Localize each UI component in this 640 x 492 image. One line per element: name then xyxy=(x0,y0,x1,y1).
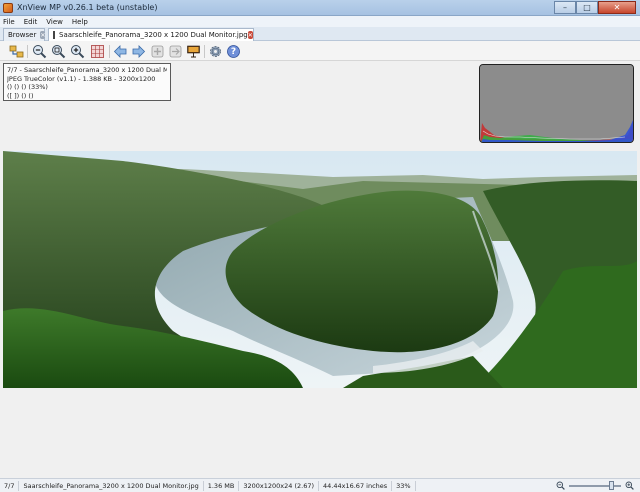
status-bar: 7/7 Saarschleife_Panorama_3200 x 1200 Du… xyxy=(0,478,640,492)
last-icon[interactable] xyxy=(168,44,183,59)
title-bar: XnView MP v0.26.1 beta (unstable) – □ ✕ xyxy=(0,0,640,16)
tab-browser[interactable]: Browser ✕ xyxy=(3,28,46,41)
info-line: JPEG TrueColor (v1.1) - 1.388 KB - 3200x… xyxy=(7,74,156,83)
close-icon[interactable]: ✕ xyxy=(40,31,46,39)
status-dimensions: 3200x1200x24 (2.67) xyxy=(239,480,320,491)
status-print-size: 44.44x16.67 inches xyxy=(319,480,393,491)
menu-help[interactable]: Help xyxy=(72,18,88,26)
first-icon[interactable] xyxy=(150,44,165,59)
info-line: 7/7 - Saarschleife_Panorama_3200 x 1200 … xyxy=(7,66,167,74)
next-icon[interactable] xyxy=(131,44,146,59)
minimize-button[interactable]: – xyxy=(554,1,576,14)
image-thumbnail-icon xyxy=(53,31,55,39)
zoom-slider[interactable] xyxy=(569,481,621,490)
status-filename: Saarschleife_Panorama_3200 x 1200 Dual M… xyxy=(19,480,204,491)
slideshow-icon[interactable] xyxy=(186,44,201,59)
settings-icon[interactable] xyxy=(208,44,223,59)
menu-edit[interactable]: Edit xyxy=(24,18,38,26)
status-zoom: 33% xyxy=(392,480,416,491)
xnview-app-icon xyxy=(3,3,13,13)
help-glyph: ? xyxy=(230,46,237,57)
close-button[interactable]: ✕ xyxy=(598,1,636,14)
zoom-control xyxy=(556,481,634,491)
info-line: () () () (33%) xyxy=(7,83,48,91)
window-title: XnView MP v0.26.1 beta (unstable) xyxy=(17,3,158,12)
info-line: ([ ]) () () xyxy=(7,91,34,100)
zoom-in-icon[interactable] xyxy=(70,44,85,59)
menu-bar: File Edit View Help xyxy=(0,16,640,27)
status-filesize: 1.36 MB xyxy=(204,480,240,491)
tab-bar: Browser ✕ Saarschleife_Panorama_3200 x 1… xyxy=(0,27,640,41)
menu-view[interactable]: View xyxy=(46,18,63,26)
browse-icon[interactable] xyxy=(9,44,24,59)
tab-image-label: Saarschleife_Panorama_3200 x 1200 Dual M… xyxy=(59,31,248,39)
menu-file[interactable]: File xyxy=(3,18,15,26)
close-icon[interactable]: ✕ xyxy=(247,31,253,39)
info-overlay: 7/7 - Saarschleife_Panorama_3200 x 1200 … xyxy=(3,63,171,101)
toolbar: ? xyxy=(0,41,640,61)
zoom-fit-icon[interactable] xyxy=(51,44,66,59)
histogram-overlay xyxy=(479,64,634,143)
zoom-in-small-icon[interactable] xyxy=(625,481,634,492)
status-index: 7/7 xyxy=(0,480,20,491)
tab-browser-label: Browser xyxy=(8,31,37,39)
zoom-out-small-icon[interactable] xyxy=(556,481,565,492)
previous-icon[interactable] xyxy=(113,44,128,59)
window-controls: – □ ✕ xyxy=(554,1,636,14)
tab-image[interactable]: Saarschleife_Panorama_3200 x 1200 Dual M… xyxy=(48,28,254,41)
grid-icon[interactable] xyxy=(90,44,105,59)
maximize-button[interactable]: □ xyxy=(576,1,598,14)
help-icon[interactable]: ? xyxy=(226,44,241,59)
image-viewer[interactable]: 7/7 - Saarschleife_Panorama_3200 x 1200 … xyxy=(0,61,640,478)
zoom-out-icon[interactable] xyxy=(32,44,47,59)
panorama-image[interactable] xyxy=(3,151,637,388)
zoom-slider-thumb[interactable] xyxy=(608,481,614,490)
